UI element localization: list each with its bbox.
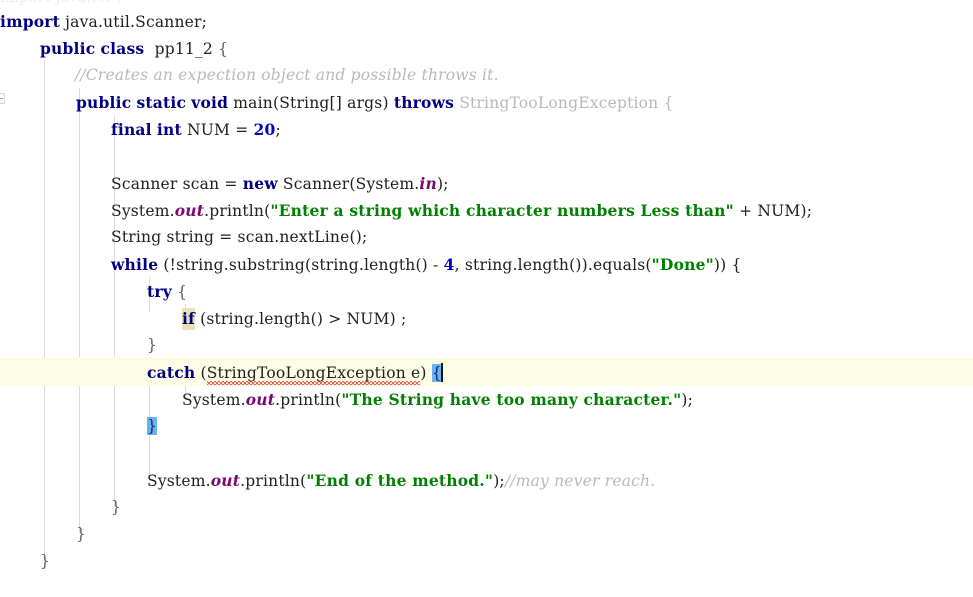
token-constructor-call: Scanner(System. (277, 175, 420, 193)
token-operator: = (230, 121, 254, 139)
code-line-13[interactable]: } (0, 332, 973, 359)
token-brace: { (658, 94, 674, 112)
code-line-3[interactable]: //Creates an expection object and possib… (0, 62, 973, 89)
token-keyword: final (111, 120, 152, 139)
token-string-literal: "Done" (651, 255, 714, 274)
code-line-10[interactable]: while (!string.substring(string.length()… (0, 251, 973, 278)
token-keyword: new (242, 174, 278, 193)
token-method-call: .println( (240, 472, 307, 490)
token-method-call: .println( (204, 202, 271, 220)
token-condition: (string.length() > NUM) ; (194, 310, 407, 328)
token-paren: ( (195, 364, 207, 382)
token-semicolon: ; (275, 121, 281, 139)
code-line-8[interactable]: System.out.println("Enter a string which… (0, 197, 973, 224)
token-keyword: throws (393, 93, 455, 112)
token-brace: } (40, 552, 51, 570)
code-line-16[interactable]: } (0, 413, 973, 440)
token-keyword: class (100, 39, 145, 58)
code-line-2[interactable]: public class pp11_2 { (0, 35, 973, 62)
token-keyword: try (147, 282, 172, 301)
token-condition-tail: )) { (713, 256, 742, 274)
token-keyword: while (111, 255, 159, 274)
token-tail: ); (436, 175, 449, 193)
token-keyword: import (0, 12, 60, 31)
token-comment: //may never reach. (504, 472, 656, 490)
token-brace: } (76, 525, 87, 543)
token-system: System. (182, 391, 246, 409)
token-system: System. (147, 472, 211, 490)
token-number: 4 (443, 255, 455, 274)
token-keyword: int (156, 120, 182, 139)
token-string-literal: "End of the method." (306, 471, 494, 490)
token-system: System. (111, 202, 175, 220)
token-keyword: catch (147, 363, 196, 382)
code-line-4[interactable]: public static void main(String[] args) t… (0, 89, 973, 116)
token-statement: String string = scan.nextLine(); (111, 228, 368, 246)
text-caret (440, 363, 443, 382)
code-line-21[interactable]: } (0, 521, 973, 548)
token-brace: { (171, 283, 188, 301)
token-import-path: java.util.Scanner; (60, 13, 208, 31)
token-tail: ); (493, 472, 505, 490)
token-keyword-highlighted: if (182, 308, 195, 330)
token-number: 20 (253, 120, 276, 139)
token-keyword: void (191, 93, 229, 112)
code-line-12[interactable]: if (string.length() > NUM) ; (0, 305, 973, 332)
code-line-19[interactable]: } (0, 494, 973, 521)
token-method-call: .println( (275, 391, 342, 409)
token-string-literal: "Enter a string which character numbers … (270, 201, 734, 220)
token-keyword: static (136, 93, 187, 112)
token-constant-name: NUM (186, 121, 231, 139)
code-line-11[interactable]: try { (0, 278, 973, 305)
token-tail: ); (681, 391, 694, 409)
code-line-23[interactable]: } (0, 548, 973, 575)
code-line-7[interactable]: Scanner scan = new Scanner(System.in); (0, 170, 973, 197)
code-line-15[interactable]: System.out.println("The String have too … (0, 386, 973, 413)
token-keyword: public (76, 93, 132, 112)
code-line-18[interactable]: System.out.println("End of the method.")… (0, 467, 973, 494)
token-comment: //Creates an expection object and possib… (75, 66, 499, 84)
token-exception-type: StringTooLongException (459, 94, 659, 112)
token-brace: } (111, 498, 122, 516)
token-string-literal: "The String have too many character." (341, 390, 682, 409)
token-brace: } (147, 336, 158, 354)
token-method-signature: main(String[] args) (228, 94, 394, 112)
matching-brace-highlight[interactable]: } (147, 417, 158, 435)
token-declaration: Scanner scan = (111, 175, 243, 193)
token-static-field: out (210, 471, 241, 490)
token-static-field: out (245, 390, 276, 409)
token-condition-head: (!string.substring(string.length() - (158, 256, 444, 274)
code-line-9[interactable]: String string = scan.nextLine(); (0, 224, 973, 251)
clipped-top-code-line: import java.io.*; (0, 0, 973, 7)
error-underlined-symbol: StringTooLongException e (206, 364, 421, 382)
token-keyword: public (40, 39, 96, 58)
token-static-field: out (174, 201, 205, 220)
token-paren-close: ) (420, 364, 432, 382)
token-static-field: in (419, 174, 437, 193)
token-tail: + NUM); (733, 202, 813, 220)
code-line-14[interactable]: catch (StringTooLongException e) { (0, 359, 973, 386)
token-condition-mid: , string.length()).equals( (454, 256, 652, 274)
token-brace: { (218, 40, 229, 58)
code-line-5[interactable]: final int NUM = 20; (0, 116, 973, 143)
token-class-name: pp11_2 (154, 40, 213, 58)
code-editor-viewport[interactable]: import java.io.*; import java.util.Scann… (0, 0, 973, 597)
code-line-1[interactable]: import java.util.Scanner; (0, 8, 973, 35)
